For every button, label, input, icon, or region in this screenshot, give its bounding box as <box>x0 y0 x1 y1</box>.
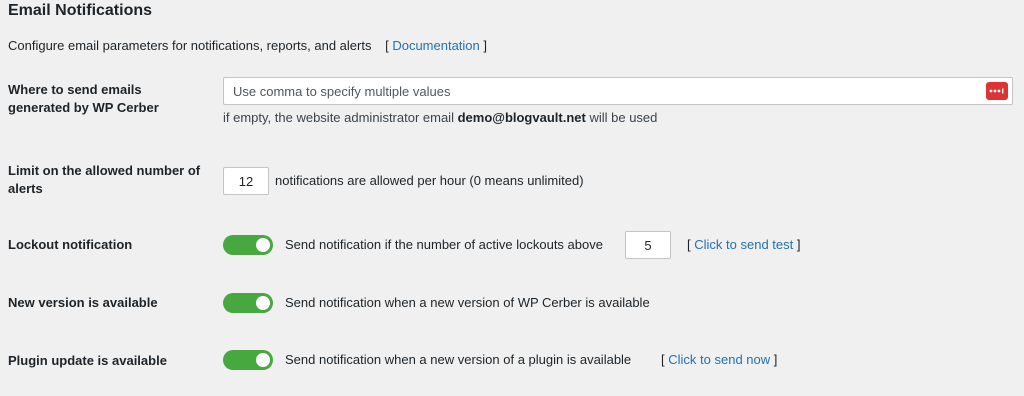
bracket-open: [ <box>661 352 665 367</box>
description-text: Configure email parameters for notificat… <box>8 38 372 53</box>
page-title: Email Notifications <box>8 2 153 19</box>
alerts-limit-label-line1: Limit on the allowed number of <box>8 163 201 178</box>
alerts-limit-label-line2: alerts <box>8 181 43 196</box>
doc-bracket-close: ] <box>483 38 488 53</box>
email-notifications-settings: Email Notifications Configure email para… <box>0 0 1024 396</box>
plugin-update-toggle[interactable] <box>223 350 273 370</box>
email-destination-label: Where to send emails generated by WP Cer… <box>8 81 159 117</box>
doc-bracket-open: [ <box>385 38 389 53</box>
section-description: Configure email parameters for notificat… <box>8 38 487 53</box>
send-test-action: [ Click to send test ] <box>687 236 801 254</box>
lockout-text: Send notification if the number of activ… <box>285 237 603 252</box>
alerts-limit-label: Limit on the allowed number of alerts <box>8 162 200 198</box>
toggle-knob <box>256 353 270 367</box>
lockout-threshold-field[interactable] <box>626 232 670 258</box>
new-version-label: New version is available <box>8 295 158 310</box>
send-test-link[interactable]: Click to send test <box>694 237 793 252</box>
toggle-knob <box>256 296 270 310</box>
bracket-close: ] <box>796 237 801 252</box>
alerts-limit-text: notifications are allowed per hour (0 me… <box>275 173 584 188</box>
toggle-knob <box>256 238 270 252</box>
alerts-limit-field[interactable] <box>224 168 268 194</box>
send-now-link[interactable]: Click to send now <box>668 352 770 367</box>
email-label-line2: generated by WP Cerber <box>8 100 159 115</box>
email-field[interactable] <box>224 78 982 104</box>
documentation-link[interactable]: Documentation <box>392 38 479 53</box>
hint-prefix: if empty, the website administrator emai… <box>223 110 454 125</box>
lockout-label: Lockout notification <box>8 237 133 252</box>
admin-email: demo@blogvault.net <box>457 110 586 125</box>
new-version-toggle[interactable] <box>223 293 273 313</box>
plugin-update-text: Send notification when a new version of … <box>285 352 632 367</box>
email-hint: if empty, the website administrator emai… <box>223 110 657 125</box>
alerts-limit-field-wrapper <box>223 167 269 195</box>
lockout-threshold-wrapper <box>625 231 671 259</box>
bracket-close: ] <box>773 352 778 367</box>
password-manager-icon[interactable] <box>986 82 1008 100</box>
bracket-open: [ <box>687 237 691 252</box>
email-label-line1: Where to send emails <box>8 82 142 97</box>
plugin-update-label: Plugin update is available <box>8 353 167 368</box>
lockout-toggle[interactable] <box>223 235 273 255</box>
hint-suffix: will be used <box>589 110 658 125</box>
send-now-action: [ Click to send now ] <box>661 351 777 369</box>
email-field-wrapper <box>223 77 1013 105</box>
new-version-text: Send notification when a new version of … <box>285 295 650 310</box>
